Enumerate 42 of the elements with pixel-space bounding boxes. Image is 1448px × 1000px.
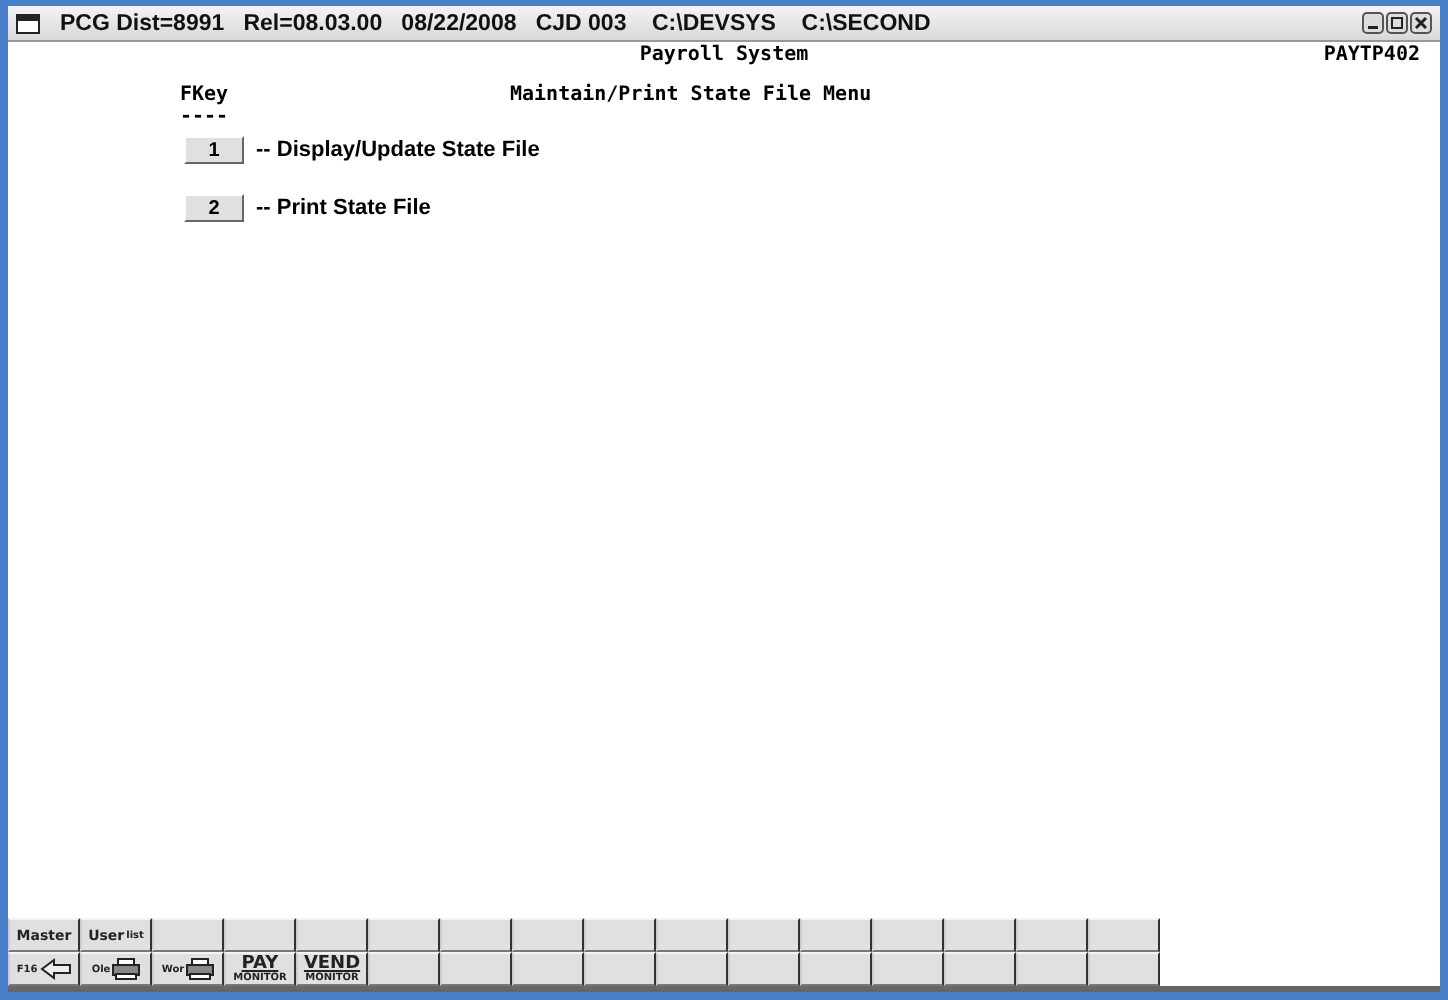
fkey-heading: FKey — [180, 84, 231, 106]
toolbar-button[interactable] — [728, 952, 800, 986]
menu-option-label: -- Print State File — [256, 196, 431, 220]
toolbar-button[interactable] — [800, 918, 872, 952]
toolbar-button[interactable] — [296, 918, 368, 952]
toolbar-button[interactable] — [656, 952, 728, 986]
toolbar-button[interactable] — [1016, 918, 1088, 952]
maximize-icon[interactable] — [1386, 12, 1408, 34]
close-icon[interactable] — [1410, 12, 1432, 34]
toolbar-button[interactable] — [368, 952, 440, 986]
toolbar-button[interactable] — [584, 918, 656, 952]
toolbar-button[interactable] — [368, 918, 440, 952]
toolbar-button[interactable] — [944, 952, 1016, 986]
menu-title: Maintain/Print State File Menu — [510, 84, 872, 110]
toolbar-button[interactable] — [440, 918, 512, 952]
printer-icon — [186, 958, 215, 980]
toolbar-button[interactable] — [512, 918, 584, 952]
toolbar-button[interactable] — [872, 952, 944, 986]
fkey-button[interactable]: 2 — [184, 194, 244, 222]
toolbar-button[interactable] — [800, 952, 872, 986]
system-name: Payroll System — [639, 44, 809, 66]
toolbar-button[interactable] — [1088, 952, 1160, 986]
toolbar-button[interactable] — [152, 918, 224, 952]
toolbar-button[interactable] — [512, 952, 584, 986]
toolbar-button[interactable] — [872, 918, 944, 952]
minimize-icon[interactable] — [1362, 12, 1384, 34]
fkey-button[interactable]: 1 — [184, 136, 244, 164]
toolbar-button[interactable] — [944, 918, 1016, 952]
printer-icon — [112, 958, 141, 980]
window-menu-icon[interactable] — [16, 13, 40, 33]
toolbar-button[interactable] — [584, 952, 656, 986]
toolbar-button[interactable] — [1088, 918, 1160, 952]
fkey-underline: ---- — [180, 106, 231, 128]
program-id: PAYTP402 — [1323, 44, 1420, 66]
left-arrow-icon — [39, 958, 72, 980]
toolbar-button[interactable] — [728, 918, 800, 952]
toolbar-button[interactable] — [224, 918, 296, 952]
window-title: PCG Dist=8991 Rel=08.03.00 08/22/2008 CJD 003 C:\DEVSYS C:\SECOND — [60, 11, 933, 35]
menu-option-label: -- Display/Update State File — [256, 138, 540, 162]
toolbar-button[interactable] — [656, 918, 728, 952]
toolbar-button[interactable] — [1016, 952, 1088, 986]
toolbar-button[interactable] — [440, 952, 512, 986]
